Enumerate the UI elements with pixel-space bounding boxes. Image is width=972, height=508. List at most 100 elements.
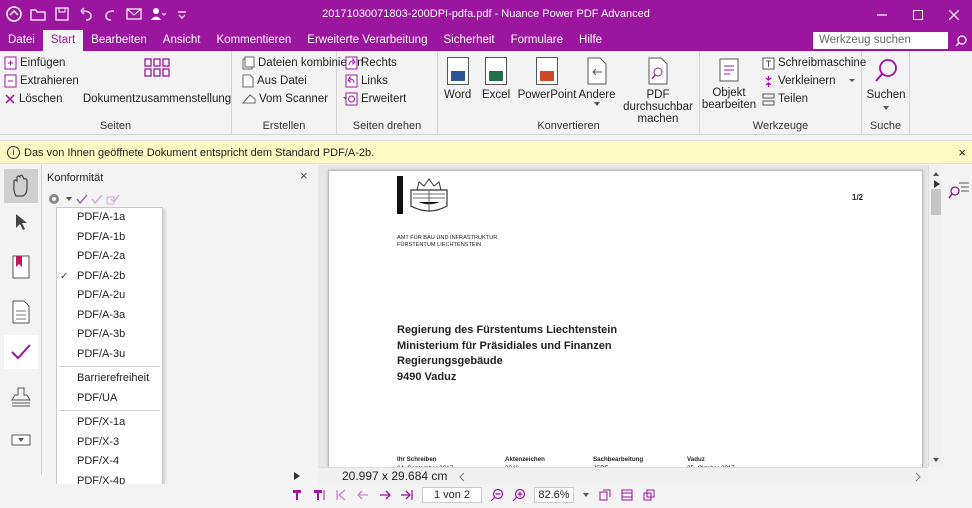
settings-gear-icon[interactable] <box>46 191 62 207</box>
convert-powerpoint-button[interactable]: PowerPoint <box>516 57 578 101</box>
close-icon[interactable]: × <box>958 145 966 160</box>
chevron-down-icon[interactable] <box>847 76 857 86</box>
einfuegen-button[interactable]: Einfügen <box>4 55 65 71</box>
expand-status-icon[interactable] <box>292 471 302 481</box>
tab-ansicht[interactable]: Ansicht <box>155 30 209 51</box>
right-side-pane <box>934 165 972 485</box>
single-page-icon[interactable] <box>290 488 304 502</box>
rechts-label: Rechts <box>361 57 397 69</box>
hand-tool-button[interactable] <box>4 169 38 203</box>
zoom-in-icon[interactable] <box>512 488 526 502</box>
fix-check-icon[interactable] <box>91 193 103 205</box>
verify-check-icon[interactable] <box>76 193 88 205</box>
chevron-down-icon[interactable] <box>882 105 890 111</box>
next-page-icon[interactable] <box>378 488 392 502</box>
teilen-button[interactable]: Teilen <box>762 91 808 107</box>
menu-item-pdf-a-3a[interactable]: PDF/A-3a <box>57 306 162 326</box>
menu-item-pdf-a-3b[interactable]: PDF/A-3b <box>57 325 162 345</box>
fit-page-icon[interactable] <box>598 488 612 502</box>
previous-page-icon[interactable] <box>356 488 370 502</box>
links-label: Links <box>361 75 388 87</box>
first-page-icon[interactable] <box>334 488 348 502</box>
tab-sicherheit[interactable]: Sicherheit <box>435 30 502 51</box>
stamps-panel-button[interactable] <box>4 380 38 414</box>
pdf-durchsuchbar-button[interactable]: PDF durchsuchbar machen <box>616 57 700 125</box>
menu-item-pdf-x-4[interactable]: PDF/X-4 <box>57 452 162 472</box>
powerpoint-doc-icon <box>536 57 558 85</box>
convert-word-button[interactable]: Word <box>444 57 471 101</box>
zoom-out-icon[interactable] <box>490 488 504 502</box>
loeschen-button[interactable]: Löschen <box>4 91 62 107</box>
menu-item-barrierefreiheit[interactable]: Barrierefreiheit <box>57 369 162 389</box>
conformity-panel-button[interactable] <box>4 335 38 369</box>
pages-panel-button[interactable] <box>4 295 38 329</box>
aus-datei-button[interactable]: Aus Datei <box>242 73 307 89</box>
tab-bearbeiten[interactable]: Bearbeiten <box>83 30 155 51</box>
minimize-button[interactable] <box>864 0 900 30</box>
tab-kommentieren[interactable]: Kommentieren <box>209 30 300 51</box>
maximize-button[interactable] <box>900 0 936 30</box>
menu-item-label: PDF/X-4 <box>77 455 120 467</box>
suchen-button[interactable]: Suchen <box>867 57 906 111</box>
actual-size-icon[interactable] <box>642 488 656 502</box>
chevron-down-icon[interactable] <box>65 195 73 203</box>
bookmarks-panel-button[interactable] <box>4 250 38 284</box>
vom-scanner-button[interactable]: Vom Scanner <box>242 91 351 107</box>
page-number-input[interactable]: 1 von 2 <box>422 487 482 503</box>
group-label-werkzeuge: Werkzeuge <box>752 120 809 132</box>
last-page-icon[interactable] <box>400 488 414 502</box>
tab-start[interactable]: Start <box>42 30 84 51</box>
excel-label: Excel <box>482 89 511 101</box>
menu-item-pdf-a-2a[interactable]: PDF/A-2a <box>57 247 162 267</box>
group-label-seiten-drehen: Seiten drehen <box>352 120 422 132</box>
tool-search-input[interactable]: Werkzeug suchen <box>813 32 948 49</box>
dokumentzusammenstellung-button[interactable]: Dokumentzusammenstellung <box>83 57 231 105</box>
rotate-advanced-button[interactable]: Erweitert <box>345 91 406 107</box>
expand-right-panel-icon[interactable] <box>932 179 942 189</box>
tab-hilfe[interactable]: Hilfe <box>571 30 610 51</box>
menu-item-pdf-x-1a[interactable]: PDF/X-1a <box>57 413 162 433</box>
navigation-bar: 1 von 2 82.6% <box>0 484 972 508</box>
zoom-level-input[interactable]: 82.6% <box>534 487 574 503</box>
fit-width-icon[interactable] <box>620 488 634 502</box>
tab-datei[interactable]: Datei <box>0 30 43 51</box>
scrollbar-thumb[interactable] <box>931 189 941 215</box>
word-label: Word <box>444 89 472 101</box>
menu-item-pdf-a-1a[interactable]: PDF/A-1a <box>57 208 162 228</box>
rotate-right-button[interactable]: Rechts <box>345 55 397 71</box>
menu-item-pdf-a-2b[interactable]: ✓ PDF/A-2b <box>57 267 162 287</box>
chevron-down-icon[interactable] <box>593 101 601 107</box>
menu-bar: Datei Start Bearbeiten Ansicht Kommentieren E… <box>0 30 972 51</box>
menu-item-pdf-a-1b[interactable]: PDF/A-1b <box>57 228 162 248</box>
coat-of-arms-logo <box>397 176 448 214</box>
vertical-scrollbar[interactable] <box>928 165 942 467</box>
hand-icon <box>13 174 28 197</box>
tab-erweiterte-verarbeitung[interactable]: Erweiterte Verarbeitung <box>299 30 435 51</box>
menu-item-pdf-a-3u[interactable]: PDF/A-3u <box>57 345 162 365</box>
menu-item-pdf-a-2u[interactable]: PDF/A-2u <box>57 286 162 306</box>
chevron-down-icon[interactable] <box>929 455 943 465</box>
close-icon[interactable]: × <box>300 168 308 183</box>
menu-item-pdf-x-3[interactable]: PDF/X-3 <box>57 433 162 453</box>
search-results-icon[interactable] <box>948 179 970 201</box>
chevron-up-icon[interactable] <box>929 169 943 179</box>
chevron-down-icon[interactable] <box>582 492 590 498</box>
extrahieren-button[interactable]: Extrahieren <box>4 73 79 89</box>
more-panels-button[interactable] <box>4 423 38 457</box>
convert-excel-button[interactable]: Excel <box>482 57 510 101</box>
search-icon[interactable] <box>952 32 970 49</box>
scroll-right-icon[interactable] <box>914 472 922 482</box>
typewriter-icon <box>762 57 775 69</box>
report-check-icon[interactable] <box>106 193 120 205</box>
convert-andere-button[interactable]: Andere <box>578 57 616 107</box>
continuous-page-icon[interactable] <box>312 488 326 502</box>
schreibmaschine-button[interactable]: Schreibmaschine <box>762 55 866 71</box>
tab-formulare[interactable]: Formulare <box>503 30 571 51</box>
rotate-left-button[interactable]: Links <box>345 73 388 89</box>
select-tool-button[interactable] <box>4 205 38 239</box>
close-window-button[interactable] <box>936 0 972 30</box>
menu-item-pdf-ua[interactable]: PDF/UA <box>57 389 162 409</box>
objekt-bearbeiten-button[interactable]: Objekt bearbeiten <box>702 57 756 111</box>
verkleinern-button[interactable]: Verkleinern <box>762 73 857 89</box>
scroll-left-icon[interactable] <box>458 472 466 482</box>
